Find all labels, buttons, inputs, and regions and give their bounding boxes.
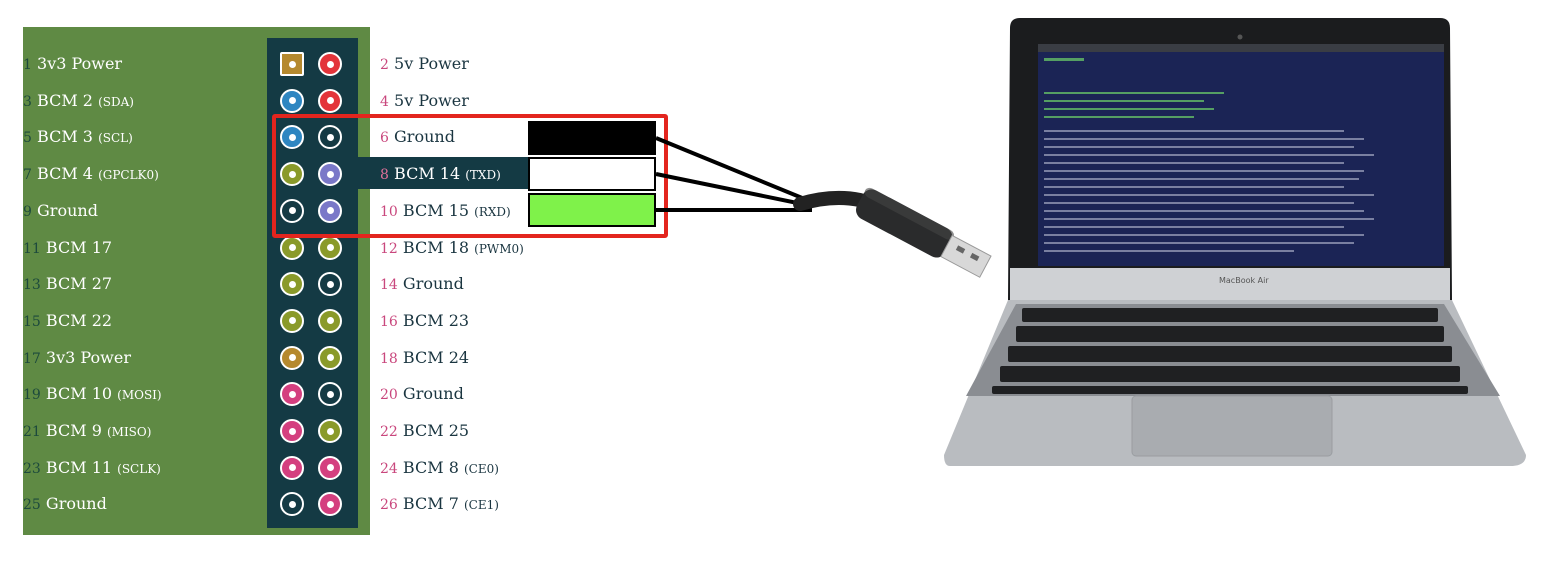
laptop-illustration bbox=[944, 18, 1526, 466]
black-wire bbox=[655, 136, 813, 204]
laptop-brand-label: MacBook Air bbox=[1219, 276, 1269, 285]
usb-ttl-cable bbox=[793, 187, 992, 278]
usb-cable-and-laptop bbox=[655, 18, 1526, 466]
white-wire bbox=[655, 172, 813, 208]
